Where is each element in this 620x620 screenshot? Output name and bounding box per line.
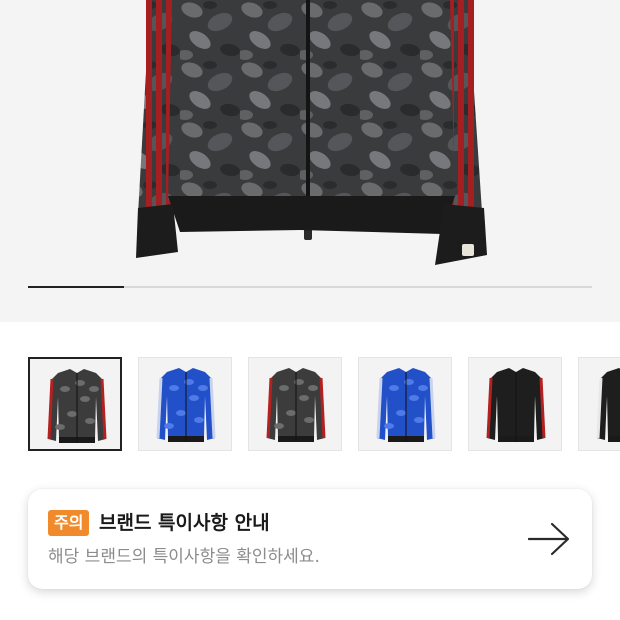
brand-notice-card[interactable]: 주의 브랜드 특이사항 안내 해당 브랜드의 특이사항을 확인하세요. — [28, 489, 592, 589]
jacket-thumbnail-icon — [486, 368, 546, 442]
jacket-thumbnail-icon — [376, 368, 436, 442]
carousel-progress — [28, 286, 592, 288]
thumb-camo-blue[interactable] — [138, 357, 232, 451]
product-image — [136, 0, 487, 265]
thumb-black-red[interactable] — [468, 357, 562, 451]
carousel-progress-fill — [28, 286, 124, 288]
thumb-camo-black-red[interactable] — [28, 357, 122, 451]
notice-title: 브랜드 특이사항 안내 — [99, 512, 270, 534]
thumb-black-white[interactable] — [578, 357, 620, 451]
product-image-carousel[interactable] — [0, 0, 620, 322]
thumb-camo-blue-2[interactable] — [358, 357, 452, 451]
jacket-thumbnail-icon — [266, 368, 326, 442]
arrow-right-icon[interactable] — [528, 522, 570, 556]
thumbnail-strip[interactable] — [28, 357, 620, 453]
jacket-thumbnail-icon — [47, 369, 107, 443]
notice-subtitle: 해당 브랜드의 특이사항을 확인하세요. — [48, 547, 320, 567]
thumb-camo-black-red-2[interactable] — [248, 357, 342, 451]
jacket-thumbnail-icon — [156, 368, 216, 442]
caution-badge: 주의 — [48, 510, 90, 536]
jacket-thumbnail-icon — [596, 368, 620, 442]
